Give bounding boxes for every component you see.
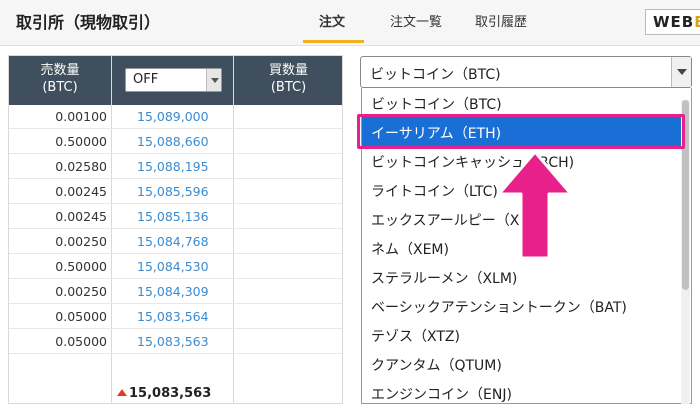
coin-select-value: ビットコイン（BTC) [370, 67, 501, 83]
price-cell[interactable]: 15,084,309 [137, 284, 209, 299]
table-row[interactable]: 0.02580 15,088,195 [9, 155, 342, 179]
coin-option-xtz[interactable]: テゾス（XTZ) [362, 320, 682, 349]
sell-qty-cell: 0.02580 [55, 159, 107, 174]
chevron-down-icon [206, 69, 221, 91]
tab-order[interactable]: 注文 [319, 11, 345, 30]
page-header: 取引所（現物取引） 注文 注文一覧 取引履歴 WEBB [0, 0, 700, 46]
sell-qty-cell: 0.50000 [55, 134, 107, 149]
active-tab-indicator [303, 40, 364, 43]
price-cell[interactable]: 15,084,530 [137, 259, 209, 274]
coin-option-enj[interactable]: エンジンコイン（ENJ) [362, 378, 682, 403]
web-badge-text: WEB [653, 13, 695, 31]
table-row[interactable]: 0.05000 15,083,563 [9, 330, 342, 354]
web-badge-last: B [694, 13, 700, 31]
buy-qty-header-label: 買数量 [268, 63, 308, 78]
order-book-header: 売数量 (BTC) OFF 買数量 (BTC) [9, 56, 342, 105]
web-badge: WEBB [645, 9, 700, 35]
table-row[interactable]: 0.00100 15,089,000 [9, 105, 342, 129]
price-cell[interactable]: 15,084,768 [137, 234, 209, 249]
table-row[interactable]: 0.00250 15,084,768 [9, 230, 342, 254]
last-price: 15,083,563 [117, 386, 211, 401]
coin-option-bat[interactable]: ベーシックアテンショントークン（BAT) [362, 291, 682, 320]
order-filter-select[interactable]: OFF [125, 68, 222, 92]
price-cell[interactable]: 15,089,000 [137, 109, 209, 124]
table-row[interactable]: 0.00245 15,085,596 [9, 180, 342, 204]
table-row[interactable]: 0.50000 15,088,660 [9, 130, 342, 154]
coin-option-xlm[interactable]: ステラルーメン（XLM) [362, 262, 682, 291]
arrow-up-icon [117, 389, 127, 396]
table-row[interactable]: 0.00245 15,085,136 [9, 205, 342, 229]
order-book: 売数量 (BTC) OFF 買数量 (BTC) 0.00100 15,089,0… [8, 55, 343, 404]
tab-trade-history[interactable]: 取引履歴 [475, 11, 527, 30]
price-cell[interactable]: 15,085,136 [137, 209, 209, 224]
page-title: 取引所（現物取引） [16, 13, 161, 32]
sell-qty-cell: 0.00245 [55, 184, 107, 199]
annotation-arrow-icon [497, 150, 573, 260]
sell-qty-cell: 0.05000 [55, 334, 107, 349]
sell-qty-header-label: 売数量 [40, 63, 80, 78]
sell-qty-cell: 0.50000 [55, 259, 107, 274]
sell-qty-header-unit: (BTC) [42, 80, 78, 95]
highlight-box [357, 114, 685, 149]
coin-option-btc[interactable]: ビットコイン（BTC) [362, 88, 682, 117]
buy-qty-header: 買数量 (BTC) [233, 62, 342, 96]
buy-qty-header-unit: (BTC) [270, 80, 307, 95]
table-row[interactable]: 0.00250 15,084,309 [9, 280, 342, 304]
order-filter-value: OFF [133, 72, 159, 87]
chevron-down-icon [671, 57, 691, 87]
sell-qty-cell: 0.00250 [55, 234, 107, 249]
price-cell[interactable]: 15,085,596 [137, 184, 209, 199]
sell-qty-header: 売数量 (BTC) [9, 62, 111, 96]
sell-qty-cell: 0.00245 [55, 209, 107, 224]
price-cell[interactable]: 15,088,195 [137, 159, 209, 174]
last-price-value: 15,083,563 [129, 386, 212, 401]
sell-qty-cell: 0.00100 [55, 109, 107, 124]
price-cell[interactable]: 15,083,564 [137, 309, 209, 324]
price-cell[interactable]: 15,083,563 [137, 334, 209, 349]
table-row[interactable]: 0.05000 15,083,564 [9, 305, 342, 329]
tab-order-list[interactable]: 注文一覧 [390, 11, 442, 30]
sell-qty-cell: 0.00250 [55, 284, 107, 299]
table-row[interactable]: 0.50000 15,084,530 [9, 255, 342, 279]
coin-select[interactable]: ビットコイン（BTC) [360, 56, 692, 88]
price-cell[interactable]: 15,088,660 [137, 134, 209, 149]
coin-option-qtum[interactable]: クアンタム（QTUM) [362, 349, 682, 378]
sell-qty-cell: 0.05000 [55, 309, 107, 324]
